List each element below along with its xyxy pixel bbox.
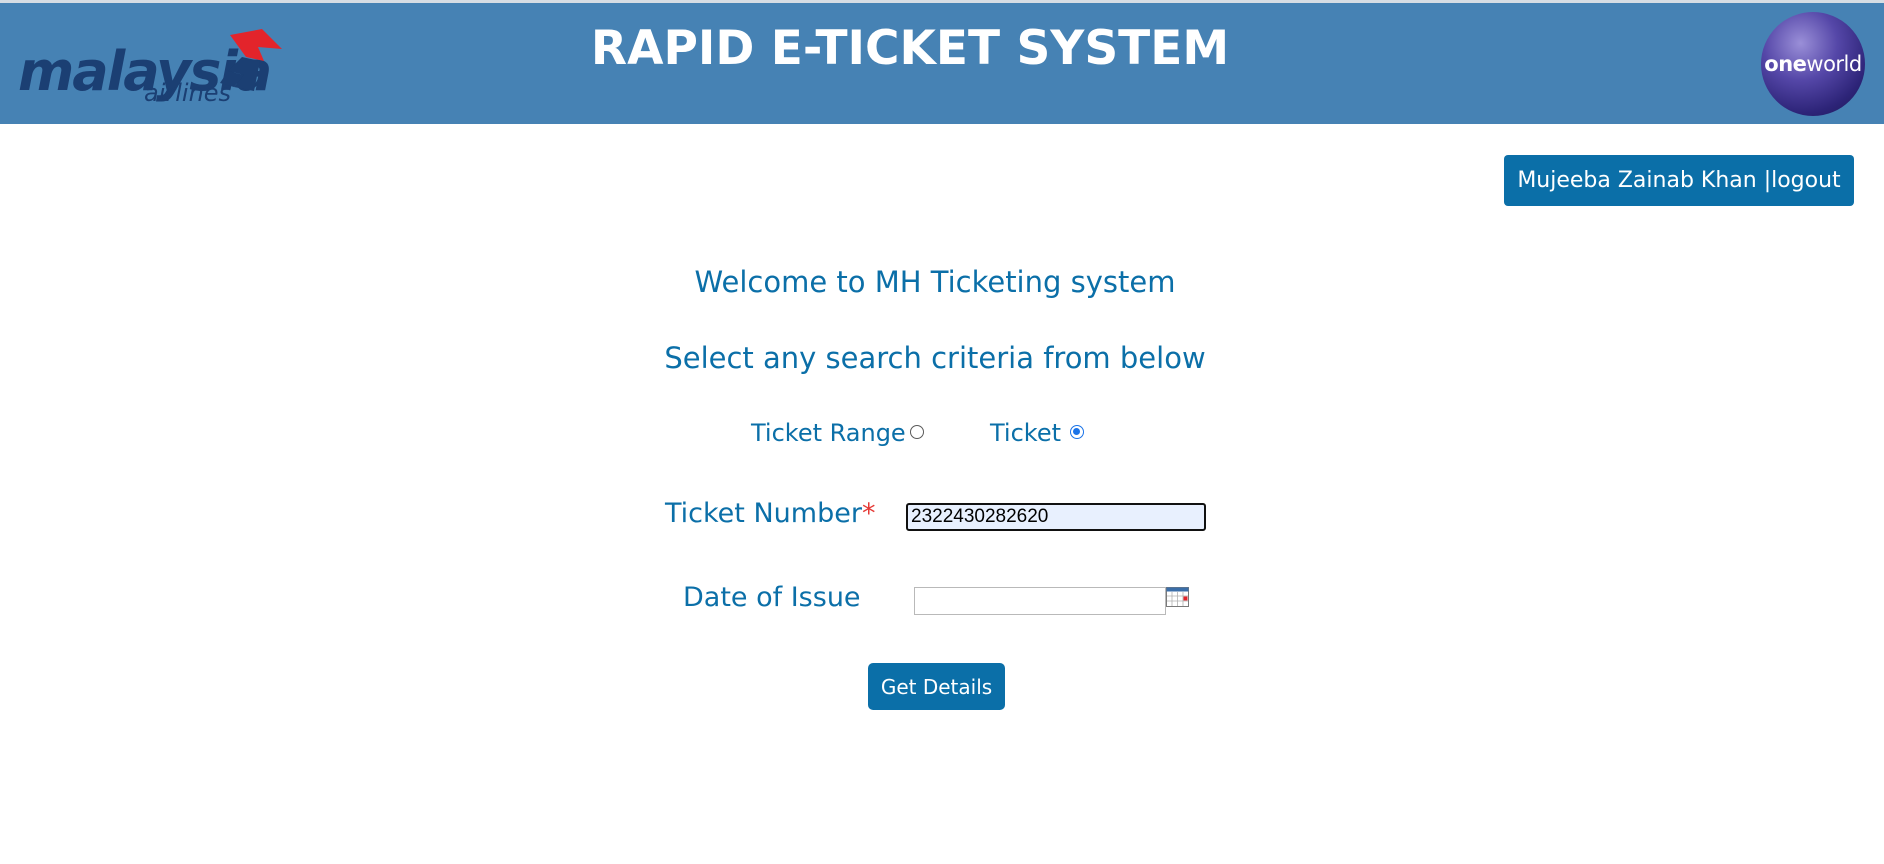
ticket-radio[interactable] [1070, 425, 1084, 439]
get-details-button[interactable]: Get Details [868, 663, 1005, 710]
date-of-issue-input[interactable] [914, 587, 1166, 615]
required-marker: * [861, 498, 876, 529]
welcome-heading: Welcome to MH Ticketing system [694, 265, 1176, 299]
ticket-number-label-text: Ticket Number [665, 498, 862, 529]
page: malaysia airlines RAPID E-TICKET SYSTEM … [0, 0, 1884, 864]
malaysia-airlines-logo: malaysia airlines [14, 27, 286, 105]
ticket-label[interactable]: Ticket [990, 417, 1061, 449]
criteria-prompt: Select any search criteria from below [664, 341, 1206, 375]
ticket-range-label[interactable]: Ticket Range [751, 417, 906, 449]
user-logout-button[interactable]: Mujeeba Zainab Khan |logout [1504, 155, 1854, 206]
ticket-number-label: Ticket Number* [665, 497, 875, 531]
oneworld-prefix: one [1764, 52, 1807, 76]
oneworld-logo: oneworld [1761, 12, 1865, 116]
oneworld-suffix: world [1806, 52, 1862, 76]
page-title: RAPID E-TICKET SYSTEM [590, 21, 1230, 76]
ticket-range-radio[interactable] [910, 425, 924, 439]
header-banner: malaysia airlines RAPID E-TICKET SYSTEM … [0, 3, 1884, 124]
kite-logo-icon [220, 29, 282, 91]
date-of-issue-label: Date of Issue [683, 582, 861, 613]
ticket-number-input[interactable] [906, 503, 1206, 531]
oneworld-wordmark: oneworld [1761, 52, 1865, 76]
calendar-icon[interactable] [1166, 587, 1189, 607]
